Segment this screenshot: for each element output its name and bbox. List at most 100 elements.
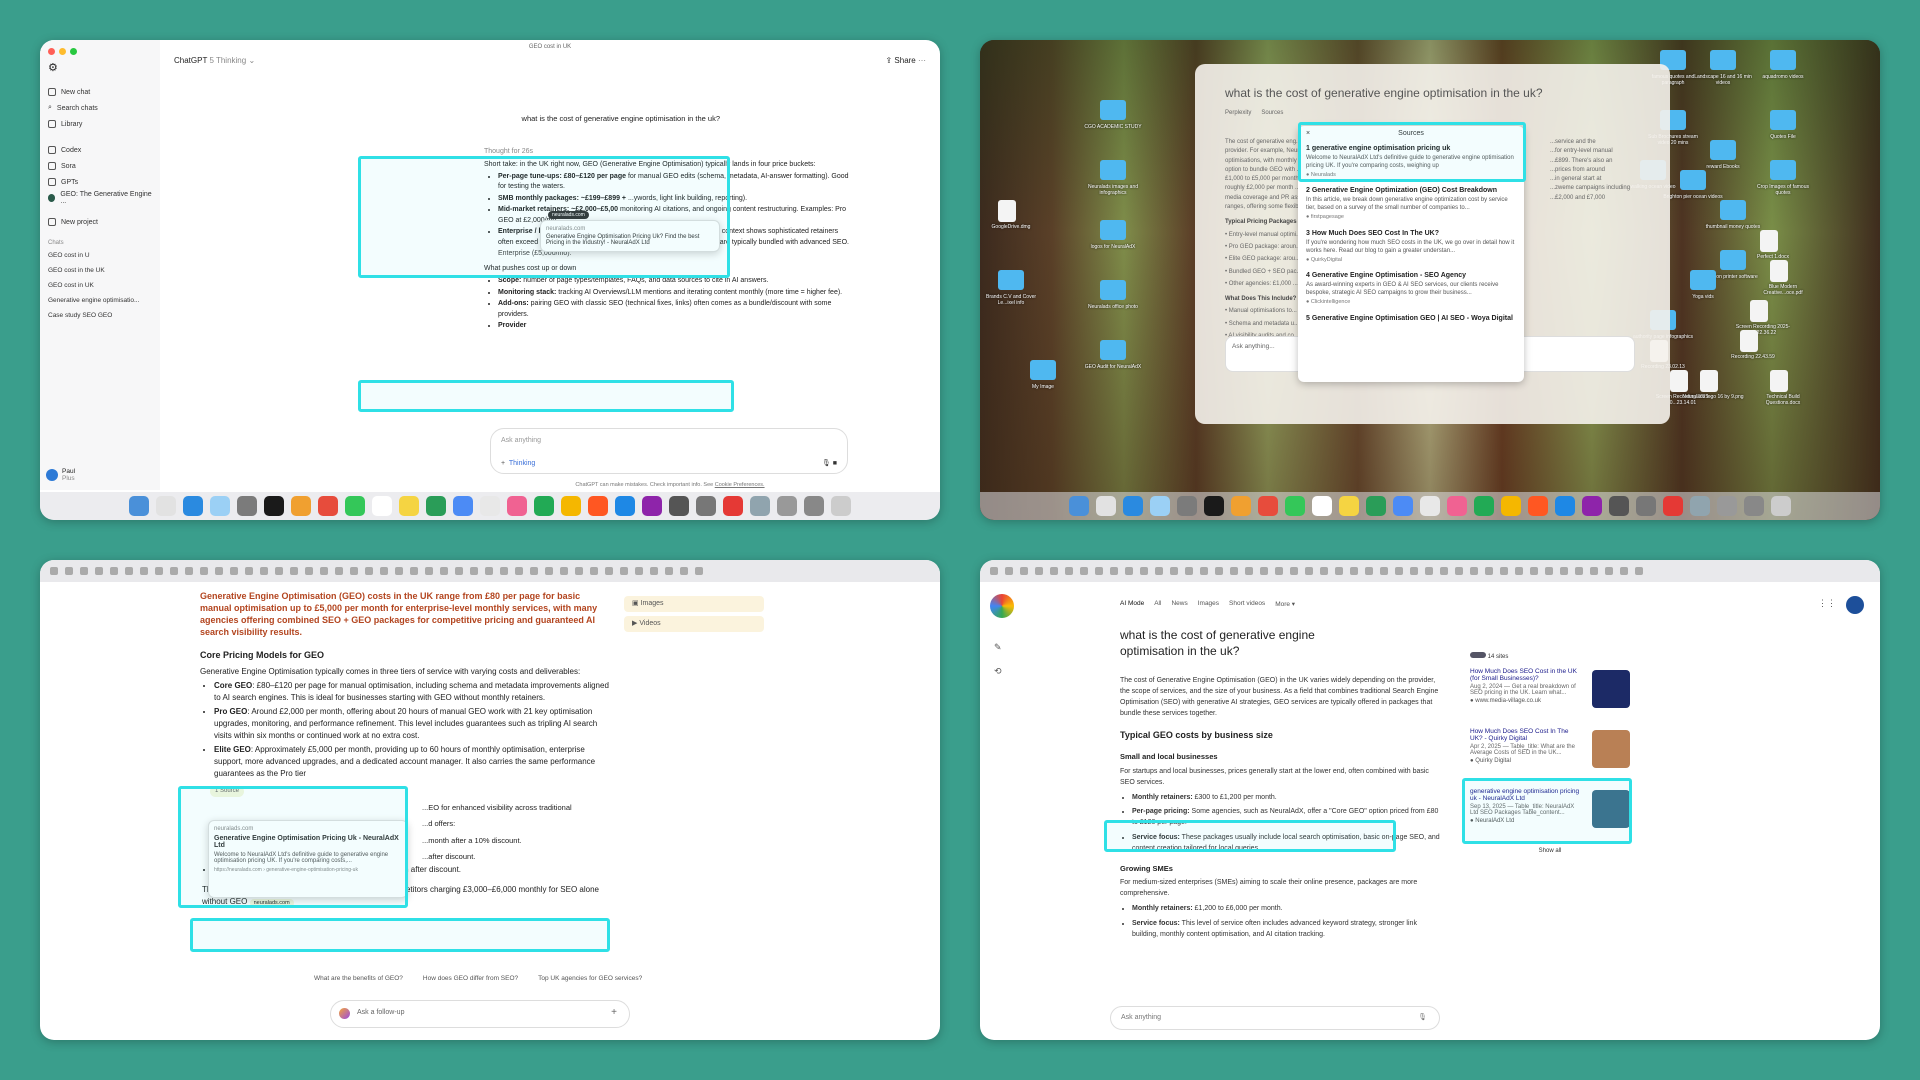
browser-tab-icon[interactable]: [1275, 567, 1283, 575]
dock-app-icon[interactable]: [237, 496, 257, 516]
browser-tab-icon[interactable]: [695, 567, 703, 575]
chat-history-item[interactable]: GEO cost in the UK: [48, 263, 152, 278]
browser-tab-icon[interactable]: [1245, 567, 1253, 575]
browser-tab-icon[interactable]: [1305, 567, 1313, 575]
dock-app-icon[interactable]: [1447, 496, 1467, 516]
dock-app-icon[interactable]: [750, 496, 770, 516]
search-chats-button[interactable]: ⌕ Search chats: [48, 100, 152, 116]
desktop-folder-icon[interactable]: [1750, 300, 1768, 322]
browser-tab-icon[interactable]: [1215, 567, 1223, 575]
dock-app-icon[interactable]: [669, 496, 689, 516]
ask-box[interactable]: Ask anything 🎙: [1110, 1006, 1440, 1030]
desktop-folder-icon[interactable]: [1740, 330, 1758, 352]
zoom-dot-icon[interactable]: [70, 48, 77, 55]
stop-icon[interactable]: ■: [833, 460, 837, 467]
desktop-folder-icon[interactable]: [1770, 50, 1796, 70]
browser-tab-icon[interactable]: [275, 567, 283, 575]
dock-app-icon[interactable]: [1420, 496, 1440, 516]
browser-tab-icon[interactable]: [1065, 567, 1073, 575]
search-tab[interactable]: All: [1154, 600, 1161, 608]
browser-tab-icon[interactable]: [320, 567, 328, 575]
dock-app-icon[interactable]: [1663, 496, 1683, 516]
desktop-folder-icon[interactable]: [1720, 250, 1746, 270]
composer[interactable]: Ask anything + Thinking 🎙 ■: [490, 428, 848, 474]
thinking-toggle[interactable]: + Thinking: [501, 460, 535, 467]
browser-tab-icon[interactable]: [500, 567, 508, 575]
source-item[interactable]: 5 Generative Engine Optimisation GEO | A…: [1306, 314, 1516, 324]
source-item[interactable]: 2 Generative Engine Optimization (GEO) C…: [1306, 186, 1516, 221]
browser-tab-icon[interactable]: [170, 567, 178, 575]
chat-history-item[interactable]: Generative engine optimisatio...: [48, 293, 152, 308]
dock-app-icon[interactable]: [129, 496, 149, 516]
suggestion-chip[interactable]: What are the benefits of GEO?: [308, 972, 409, 985]
dock-app-icon[interactable]: [156, 496, 176, 516]
browser-tab-icon[interactable]: [665, 567, 673, 575]
new-chat-button[interactable]: New chat: [48, 84, 152, 100]
browser-tab-icon[interactable]: [1440, 567, 1448, 575]
search-tab[interactable]: AI Mode: [1120, 600, 1144, 608]
suggestion-chip[interactable]: How does GEO differ from SEO?: [417, 972, 524, 985]
browser-tab-icon[interactable]: [1410, 567, 1418, 575]
dock-app-icon[interactable]: [831, 496, 851, 516]
avatar[interactable]: [1846, 596, 1864, 614]
chat-history-item[interactable]: Case study SEO GEO: [48, 308, 152, 323]
dock-app-icon[interactable]: [615, 496, 635, 516]
dock-app-icon[interactable]: [453, 496, 473, 516]
dock-app-icon[interactable]: [534, 496, 554, 516]
browser-tab-icon[interactable]: [380, 567, 388, 575]
dock-app-icon[interactable]: [1555, 496, 1575, 516]
browser-tab-icon[interactable]: [605, 567, 613, 575]
dock-app-icon[interactable]: [1177, 496, 1197, 516]
history-icon[interactable]: ⟲: [994, 666, 1002, 677]
browser-tab-icon[interactable]: [1125, 567, 1133, 575]
browser-tab-icon[interactable]: [1605, 567, 1613, 575]
browser-tab-icon[interactable]: [515, 567, 523, 575]
plus-icon[interactable]: +: [611, 1007, 617, 1018]
cookie-link[interactable]: Cookie Preferences.: [715, 482, 765, 488]
gpts-button[interactable]: GPTs: [48, 174, 152, 190]
search-tab[interactable]: Images: [1198, 600, 1219, 608]
desktop-folder-icon[interactable]: [1710, 140, 1736, 160]
browser-tab-icon[interactable]: [215, 567, 223, 575]
source-item[interactable]: 4 Generative Engine Optimisation - SEO A…: [1306, 271, 1516, 306]
desktop-folder-icon[interactable]: [1760, 230, 1778, 252]
dock-app-icon[interactable]: [642, 496, 662, 516]
composer-input[interactable]: Ask anything: [501, 437, 837, 444]
browser-tab-icon[interactable]: [260, 567, 268, 575]
dock-app-icon[interactable]: [1312, 496, 1332, 516]
dock-app-icon[interactable]: [1582, 496, 1602, 516]
close-dot-icon[interactable]: [48, 48, 55, 55]
browser-tab-icon[interactable]: [425, 567, 433, 575]
images-card[interactable]: ▣ Images: [624, 596, 764, 612]
browser-tab-icon[interactable]: [1230, 567, 1238, 575]
browser-tab-icon[interactable]: [650, 567, 658, 575]
mic-icon[interactable]: 🎙: [822, 460, 831, 467]
browser-tab-icon[interactable]: [635, 567, 643, 575]
browser-tab-icon[interactable]: [1395, 567, 1403, 575]
dock-app-icon[interactable]: [1771, 496, 1791, 516]
desktop-folder-icon[interactable]: [1100, 160, 1126, 180]
browser-tab-icon[interactable]: [395, 567, 403, 575]
browser-tab-icon[interactable]: [1335, 567, 1343, 575]
browser-tab-icon[interactable]: [185, 567, 193, 575]
browser-tab-icon[interactable]: [1140, 567, 1148, 575]
desktop-folder-icon[interactable]: [1100, 340, 1126, 360]
chat-history-item[interactable]: GEO cost in U: [48, 248, 152, 263]
browser-tab-icon[interactable]: [1575, 567, 1583, 575]
thought-duration[interactable]: Thought for 26s: [484, 148, 533, 155]
browser-tab-icon[interactable]: [1095, 567, 1103, 575]
gpt-item[interactable]: GEO: The Generative Engine ...: [48, 190, 152, 206]
codex-button[interactable]: Codex: [48, 142, 152, 158]
desktop-folder-icon[interactable]: [998, 270, 1024, 290]
source-card[interactable]: How Much Does SEO Cost in the UK (for Sm…: [1470, 668, 1630, 722]
desktop-folder-icon[interactable]: [1100, 100, 1126, 120]
browser-tab-icon[interactable]: [1545, 567, 1553, 575]
dock-app-icon[interactable]: [1636, 496, 1656, 516]
browser-tab-icon[interactable]: [1350, 567, 1358, 575]
more-icon[interactable]: ⋯: [918, 56, 926, 65]
sora-button[interactable]: Sora: [48, 158, 152, 174]
user-menu[interactable]: Paul Plus: [46, 468, 75, 482]
dock-app-icon[interactable]: [426, 496, 446, 516]
suggestion-chip[interactable]: Top UK agencies for GEO services?: [532, 972, 648, 985]
browser-tab-icon[interactable]: [1560, 567, 1568, 575]
